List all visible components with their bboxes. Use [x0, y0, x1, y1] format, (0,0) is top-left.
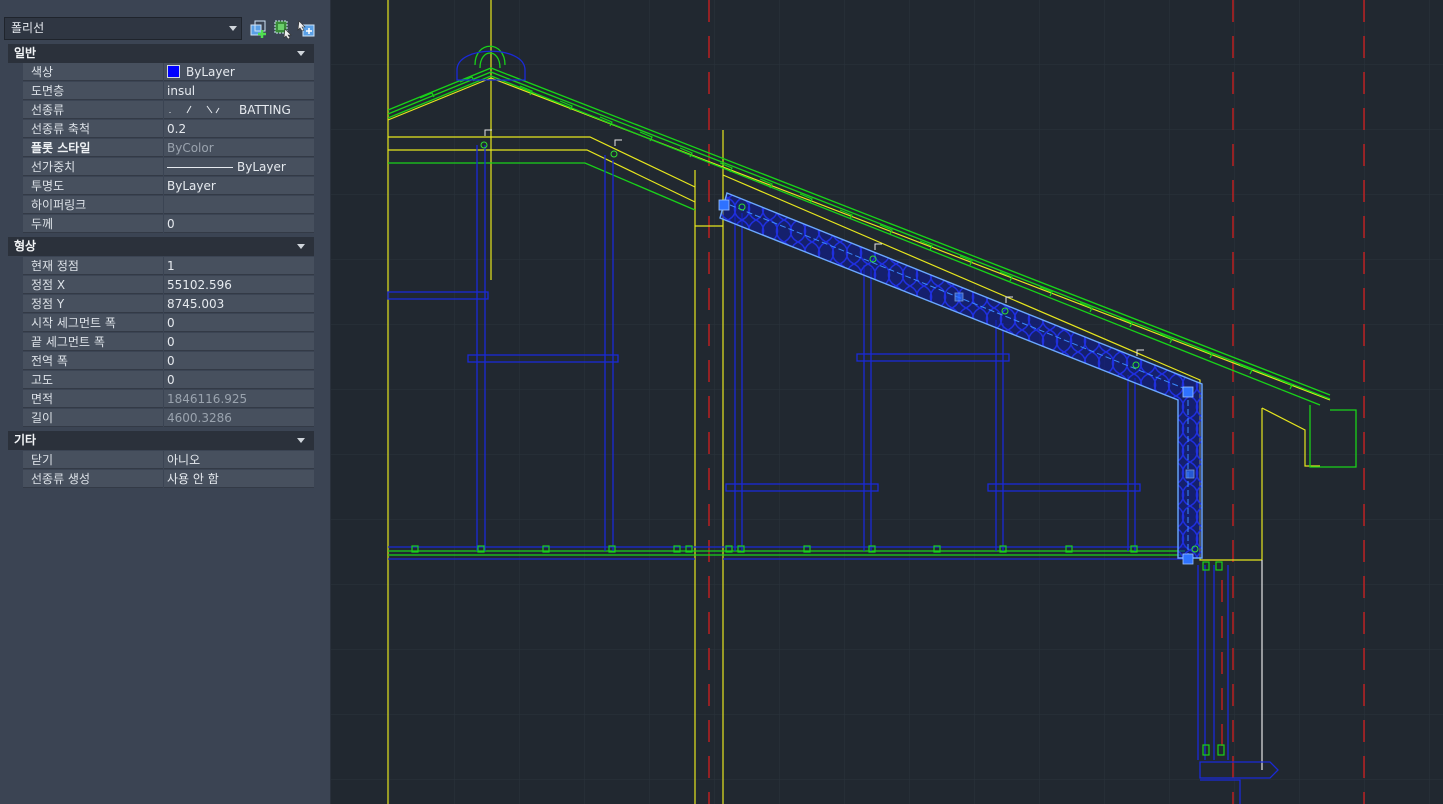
property-value[interactable]: insul	[164, 82, 314, 100]
object-type-value: 폴리선	[11, 21, 45, 35]
property-label: 고도	[23, 371, 163, 389]
property-value[interactable]: 0	[164, 333, 314, 351]
property-value: 4600.3286	[164, 409, 314, 427]
color-value-text: ByLayer	[186, 65, 235, 79]
property-value[interactable]: 0	[164, 215, 314, 233]
property-row-current-vertex[interactable]: 현재 정점 1	[8, 257, 314, 276]
property-value[interactable]: ByLayer	[164, 158, 314, 176]
property-label: 선종류	[23, 101, 163, 119]
section-general-header[interactable]: 일반	[8, 44, 314, 63]
property-label: 선가중치	[23, 158, 163, 176]
section-geometry-title: 형상	[14, 239, 37, 253]
property-row-ltscale[interactable]: 선종류 축척 0.2	[8, 120, 314, 139]
property-value: ByColor	[164, 139, 314, 157]
property-row-vertex-x[interactable]: 정점 X 55102.596	[8, 276, 314, 295]
linetype-sample-icon	[169, 105, 220, 114]
property-row-ltgen[interactable]: 선종류 생성 사용 안 함	[8, 470, 314, 489]
property-row-elevation[interactable]: 고도 0	[8, 371, 314, 390]
property-value[interactable]: 55102.596	[164, 276, 314, 294]
color-swatch-icon	[167, 65, 180, 78]
object-type-dropdown[interactable]: 폴리선	[4, 17, 242, 40]
section-misc-title: 기타	[14, 433, 37, 447]
property-label: 현재 정점	[23, 257, 163, 275]
drawing-canvas[interactable]	[331, 0, 1443, 804]
property-label: 플롯 스타일	[23, 139, 163, 157]
property-row-color[interactable]: 색상 ByLayer	[8, 63, 314, 82]
property-row-layer[interactable]: 도면층 insul	[8, 82, 314, 101]
property-row-transparency[interactable]: 투명도 ByLayer	[8, 177, 314, 196]
property-label: 전역 폭	[23, 352, 163, 370]
property-row-thickness[interactable]: 두께 0	[8, 215, 314, 234]
property-row-area: 면적 1846116.925	[8, 390, 314, 409]
property-label: 정점 X	[23, 276, 163, 294]
property-label: 끝 세그먼트 폭	[23, 333, 163, 351]
property-value[interactable]: 1	[164, 257, 314, 275]
quick-select-icon[interactable]	[273, 19, 293, 39]
properties-palette: 폴리선 일반 색상 ByLayer 도면층 insul 선종류 BATTING …	[0, 0, 331, 804]
property-label: 두께	[23, 215, 163, 233]
property-value[interactable]: ByLayer	[164, 177, 314, 195]
property-value[interactable]: BATTING	[164, 101, 314, 119]
property-label: 하이퍼링크	[23, 196, 163, 214]
section-general-title: 일반	[14, 46, 37, 60]
property-row-vertex-y[interactable]: 정점 Y 8745.003	[8, 295, 314, 314]
property-row-end-width[interactable]: 끝 세그먼트 폭 0	[8, 333, 314, 352]
grid	[331, 0, 1443, 804]
linetype-value-text: BATTING	[239, 103, 291, 117]
chevron-down-icon	[297, 244, 305, 249]
property-value[interactable]: 0	[164, 314, 314, 332]
lineweight-sample-icon	[167, 167, 233, 168]
property-value: 1846116.925	[164, 390, 314, 408]
property-row-linetype[interactable]: 선종류 BATTING	[8, 101, 314, 120]
property-value[interactable]: ByLayer	[164, 63, 314, 81]
property-value[interactable]	[164, 196, 314, 214]
property-value[interactable]: 0	[164, 352, 314, 370]
lineweight-value-text: ByLayer	[237, 160, 286, 174]
property-row-lineweight[interactable]: 선가중치 ByLayer	[8, 158, 314, 177]
properties-toolbar: 폴리선	[0, 0, 330, 42]
property-row-global-width[interactable]: 전역 폭 0	[8, 352, 314, 371]
property-label: 색상	[23, 63, 163, 81]
property-label: 투명도	[23, 177, 163, 195]
chevron-down-icon	[297, 438, 305, 443]
property-label: 면적	[23, 390, 163, 408]
property-value[interactable]: 사용 안 함	[164, 470, 314, 488]
chevron-down-icon	[229, 26, 237, 31]
section-geometry-header[interactable]: 형상	[8, 237, 314, 256]
property-row-plotstyle[interactable]: 플롯 스타일 ByColor	[8, 139, 314, 158]
property-value[interactable]: 0	[164, 371, 314, 389]
chevron-down-icon	[297, 51, 305, 56]
property-row-start-width[interactable]: 시작 세그먼트 폭 0	[8, 314, 314, 333]
property-label: 정점 Y	[23, 295, 163, 313]
add-to-selection-icon[interactable]	[249, 19, 269, 39]
property-label: 도면층	[23, 82, 163, 100]
property-row-closed[interactable]: 닫기 아니오	[8, 451, 314, 470]
property-label: 길이	[23, 409, 163, 427]
property-label: 시작 세그먼트 폭	[23, 314, 163, 332]
property-value[interactable]: 아니오	[164, 451, 314, 469]
section-misc-header[interactable]: 기타	[8, 431, 314, 450]
toggle-pickadd-icon[interactable]	[297, 19, 317, 39]
property-row-hyperlink[interactable]: 하이퍼링크	[8, 196, 314, 215]
property-label: 선종류 생성	[23, 470, 163, 488]
property-row-length: 길이 4600.3286	[8, 409, 314, 428]
property-label: 선종류 축척	[23, 120, 163, 138]
property-value[interactable]: 8745.003	[164, 295, 314, 313]
property-label: 닫기	[23, 451, 163, 469]
property-value[interactable]: 0.2	[164, 120, 314, 138]
